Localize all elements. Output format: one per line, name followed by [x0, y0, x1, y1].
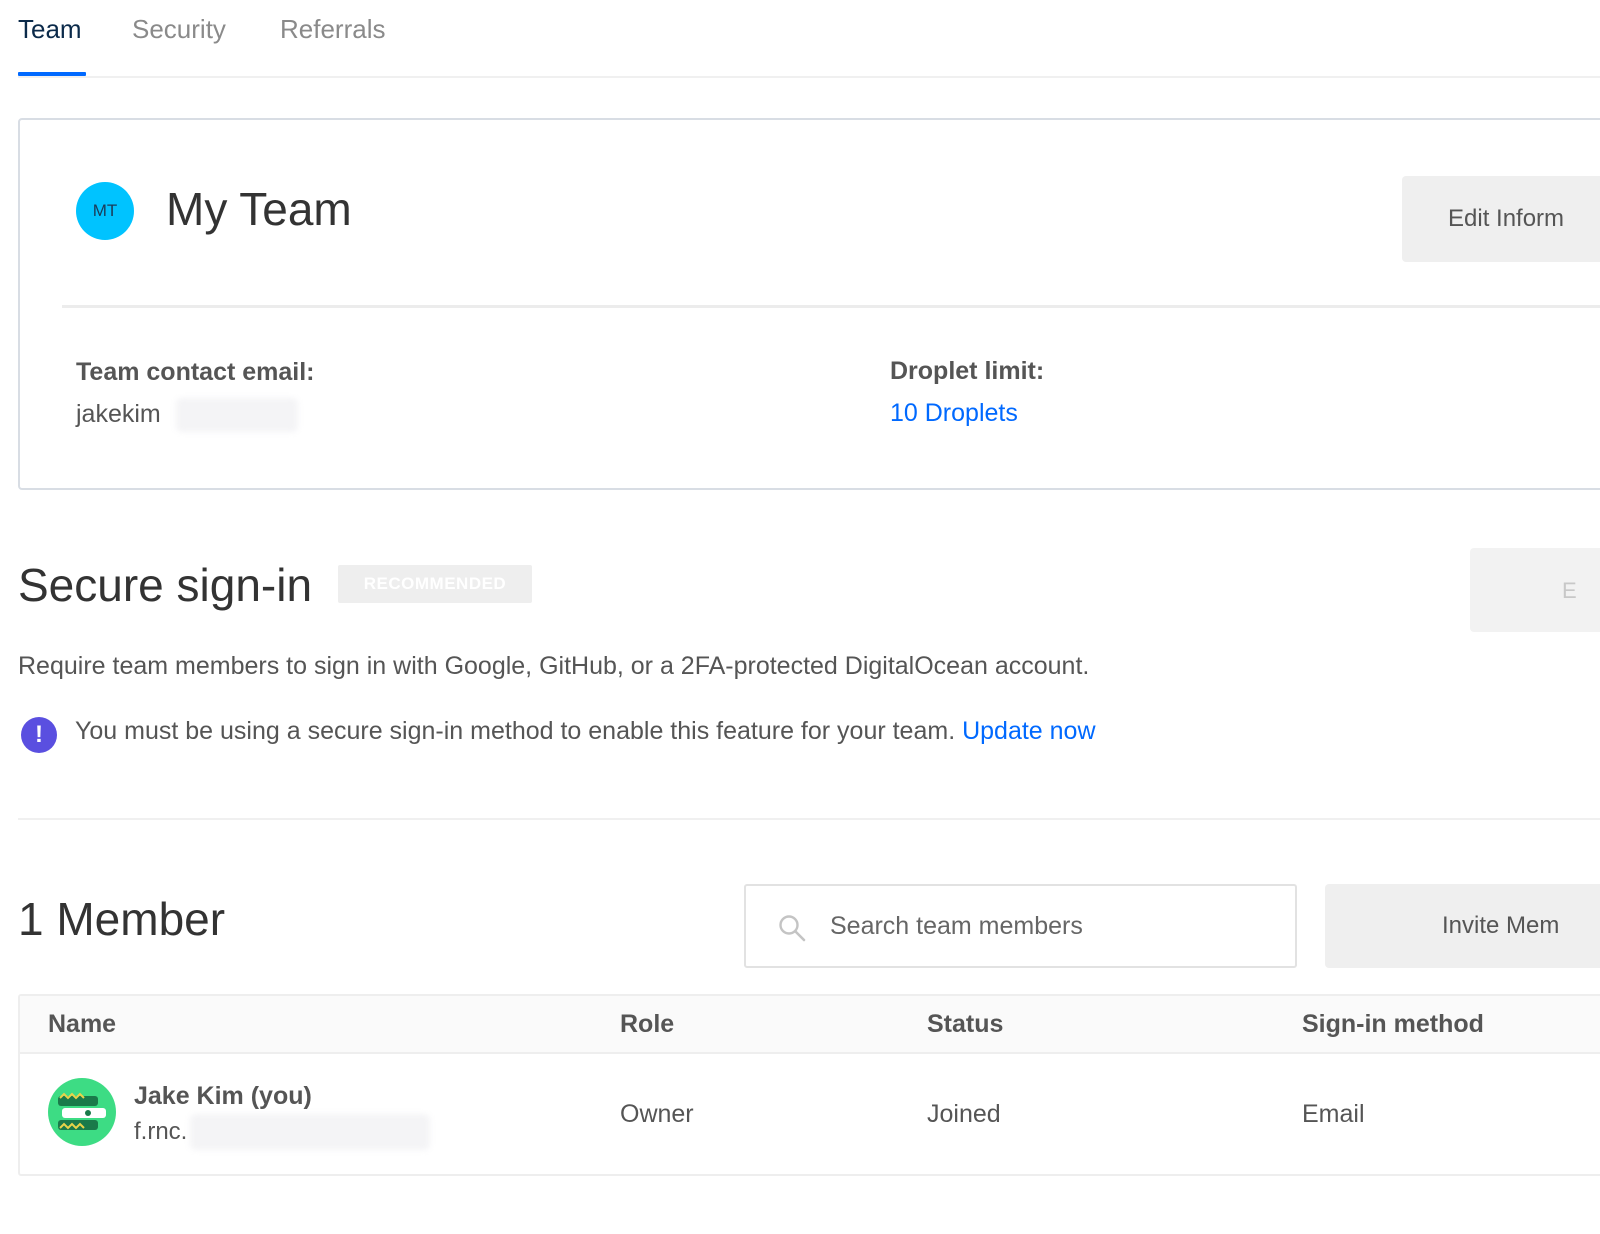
member-role: Owner	[620, 1100, 694, 1128]
secure-signin-description: Require team members to sign in with Goo…	[18, 652, 1090, 680]
team-info-card: MT My Team Edit Inform Team contact emai…	[18, 118, 1600, 490]
members-table: Name Role Status Sign-in method Jake Kim…	[18, 994, 1600, 1176]
member-signin-method: Email	[1302, 1100, 1365, 1128]
search-icon	[779, 915, 806, 942]
team-contact-email-value: jakekim	[76, 400, 161, 428]
member-status: Joined	[927, 1100, 1001, 1128]
tab-referrals[interactable]: Referrals	[280, 14, 385, 45]
recommended-badge: RECOMMENDED	[338, 565, 532, 603]
exclamation-icon: !	[21, 717, 57, 753]
column-header-signin-method[interactable]: Sign-in method	[1302, 1010, 1484, 1039]
card-divider	[62, 305, 1600, 308]
active-tab-indicator	[18, 72, 86, 76]
droplet-limit-link[interactable]: 10 Droplets	[890, 399, 1018, 428]
table-header: Name Role Status Sign-in method	[20, 996, 1600, 1054]
enable-button-label: E	[1562, 578, 1577, 603]
member-name: Jake Kim (you)	[134, 1082, 312, 1110]
redacted-member-email-blur	[190, 1114, 430, 1150]
enable-secure-signin-button[interactable]: E	[1470, 548, 1600, 632]
search-team-members-input[interactable]	[830, 886, 1280, 966]
redacted-email-blur	[176, 398, 298, 432]
member-avatar	[48, 1078, 116, 1146]
column-header-role[interactable]: Role	[620, 1010, 674, 1039]
members-count-title: 1 Member	[18, 893, 226, 945]
section-divider	[18, 818, 1600, 820]
update-now-link[interactable]: Update now	[962, 717, 1095, 745]
team-name: My Team	[166, 183, 352, 235]
invite-member-button[interactable]: Invite Mem	[1325, 884, 1600, 968]
edit-information-button[interactable]: Edit Inform	[1402, 176, 1600, 262]
team-avatar: MT	[76, 182, 134, 240]
team-settings-page: Team Security Referrals MT My Team Edit …	[0, 0, 1600, 1234]
notice-message: You must be using a secure sign-in metho…	[75, 717, 956, 745]
team-contact-email-label: Team contact email:	[76, 358, 315, 386]
secure-signin-notice: You must be using a secure sign-in metho…	[75, 717, 1096, 746]
tab-bar: Team Security Referrals	[18, 0, 1600, 78]
secure-signin-title: Secure sign-in	[18, 559, 313, 611]
search-team-members-box[interactable]	[744, 884, 1297, 968]
column-header-name[interactable]: Name	[48, 1010, 116, 1039]
tab-team[interactable]: Team	[18, 14, 82, 45]
tab-security[interactable]: Security	[132, 14, 226, 45]
member-email: f.rnc.	[134, 1118, 188, 1145]
column-header-status[interactable]: Status	[927, 1010, 1003, 1039]
droplet-limit-label: Droplet limit:	[890, 357, 1045, 385]
